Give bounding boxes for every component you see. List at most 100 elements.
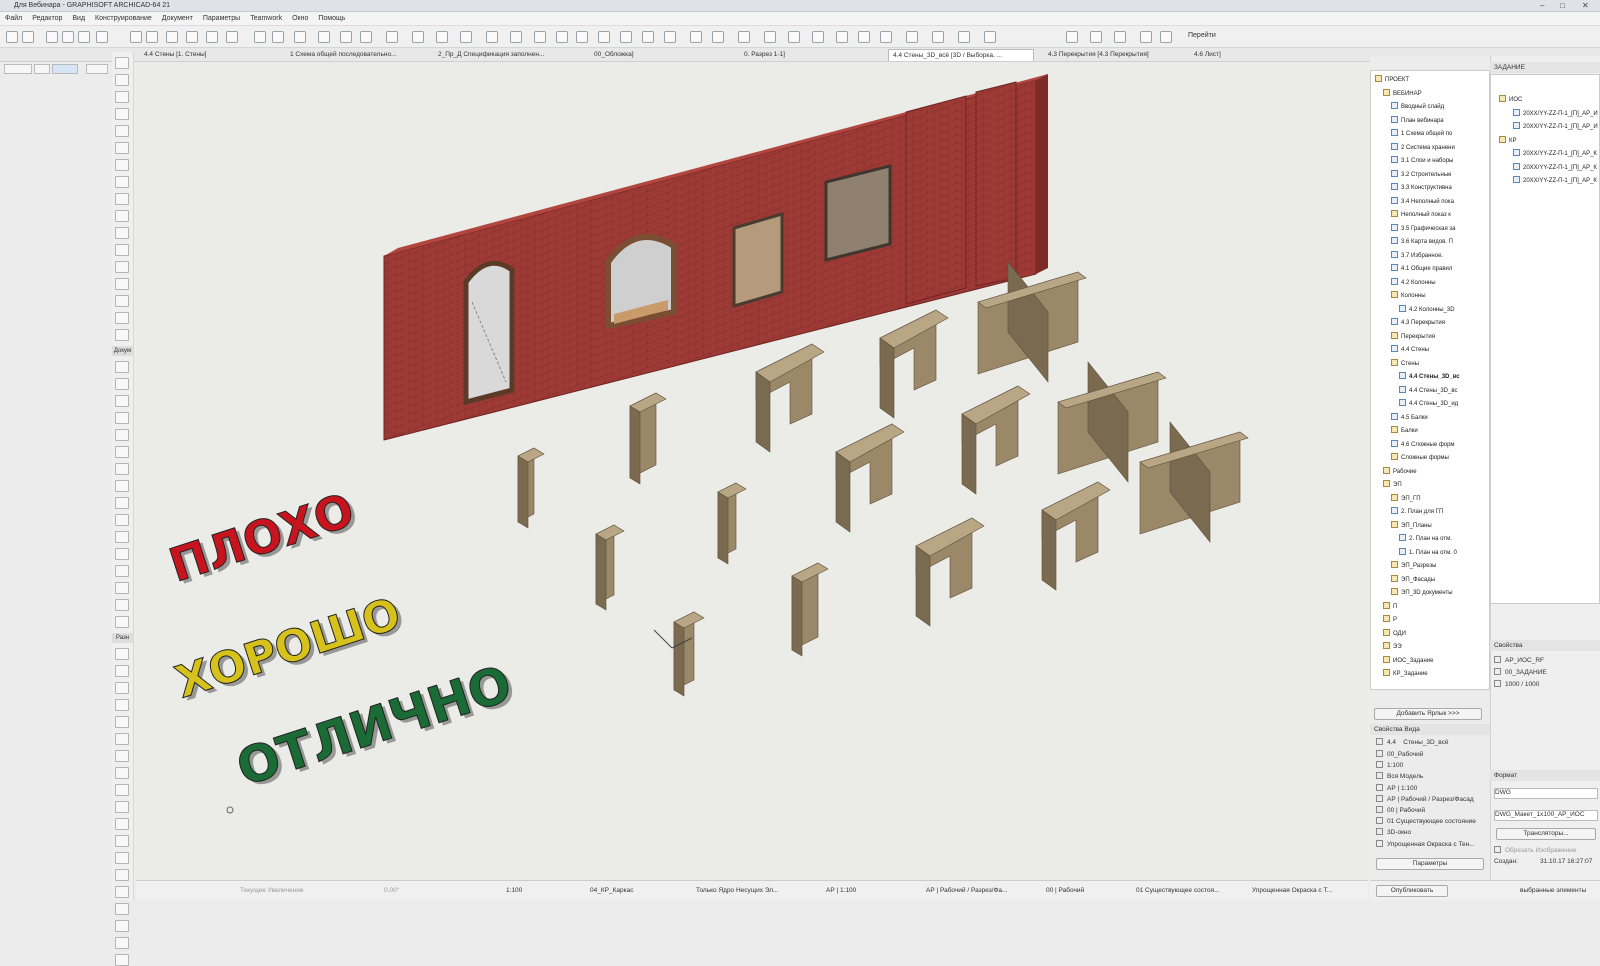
toolbar-tool-icon[interactable]	[272, 31, 284, 43]
navigator-item[interactable]: 1. План на отм. 0	[1399, 547, 1457, 561]
column-slab-side[interactable]	[791, 575, 803, 657]
view-property-row[interactable]: 00 | Рабочий	[1376, 806, 1488, 817]
toolbar-tool-icon[interactable]	[254, 31, 266, 43]
toolbox-tool-icon[interactable]	[115, 57, 129, 69]
column-slab-side[interactable]	[673, 621, 685, 697]
toolbox-tool-icon[interactable]	[115, 74, 129, 86]
toolbox-tool-icon[interactable]	[115, 682, 129, 694]
view-name[interactable]: Стены_3D_всё	[1403, 739, 1448, 746]
toolbar-tool-icon[interactable]	[534, 31, 546, 43]
toolbox-tool-icon[interactable]	[115, 937, 129, 949]
selected-elements-label[interactable]: выбранные элементы	[1520, 887, 1586, 894]
navigator-item[interactable]: Р	[1383, 615, 1397, 628]
navigator-item[interactable]: ЭП_Планы	[1391, 520, 1432, 534]
toolbar-tool-icon[interactable]	[788, 31, 800, 43]
toolbox-tool-icon[interactable]	[115, 801, 129, 813]
rectangular-window[interactable]	[732, 212, 784, 308]
toolbar-tool-icon[interactable]	[812, 31, 824, 43]
3d-style[interactable]: Упрощенная Окраска с Т...	[1252, 887, 1332, 894]
minimize-icon[interactable]: –	[1540, 1, 1544, 10]
toolbar-tool-icon[interactable]	[360, 31, 372, 43]
toolbox-section-document[interactable]: Докум	[112, 346, 133, 356]
toolbar-tool-icon[interactable]	[858, 31, 870, 43]
toolbox-tool-icon[interactable]	[115, 395, 129, 407]
toolbox-tool-icon[interactable]	[115, 548, 129, 560]
info-box-control[interactable]	[4, 64, 32, 74]
format-select[interactable]: DWG	[1494, 788, 1598, 799]
toolbar-tool-icon[interactable]	[880, 31, 892, 43]
toolbar-tool-icon[interactable]	[386, 31, 398, 43]
3d-scene[interactable]: ПЛОХОПЛОХОХОРОШОХОРОШООТЛИЧНООТЛИЧНО	[136, 62, 1368, 880]
view-properties-header[interactable]: Свойства Вида	[1370, 724, 1490, 735]
navigator-item[interactable]: 4.4 Стены	[1391, 345, 1429, 358]
navigator-item[interactable]: ОДИ	[1383, 628, 1406, 642]
toolbox-tool-icon[interactable]	[115, 818, 129, 830]
menu-file[interactable]: Файл	[0, 12, 27, 22]
goto-button[interactable]: Перейти	[1188, 32, 1216, 39]
menu-options[interactable]: Параметры	[198, 12, 245, 22]
navigator-item[interactable]: 4.3 Перекрытия	[1391, 318, 1445, 331]
toolbox-tool-icon[interactable]	[115, 227, 129, 239]
navigator-item[interactable]: Неполный показ к	[1391, 210, 1451, 223]
navigator-item[interactable]: П	[1383, 601, 1397, 615]
navigator-item[interactable]: 4.2 Колонны	[1391, 277, 1436, 291]
zoom-display[interactable]: Текущее Увеличение	[240, 887, 304, 894]
toolbar-tool-icon[interactable]	[906, 31, 918, 43]
toolbox-tool-icon[interactable]	[115, 176, 129, 188]
toolbox-tool-icon[interactable]	[115, 108, 129, 120]
publisher-property-row[interactable]: 1000 / 1000	[1494, 680, 1598, 691]
toolbar-tool-icon[interactable]	[958, 31, 970, 43]
toolbar-tool-icon[interactable]	[836, 31, 848, 43]
toolbar-tool-icon[interactable]	[738, 31, 750, 43]
tab-slabs[interactable]: 4.3 Перекрытия [4.3 Перекрытия]	[1044, 49, 1178, 61]
menu-teamwork[interactable]: Teamwork	[245, 12, 287, 22]
publisher-item[interactable]: 20XX/YY-ZZ-П-1_[П]_АР_К	[1513, 162, 1597, 176]
toolbox-tool-icon[interactable]	[115, 565, 129, 577]
view-property-row[interactable]: 01 Существующее состояние	[1376, 817, 1488, 828]
view-property-row[interactable]: 1:100	[1376, 761, 1488, 772]
toolbox-tool-icon[interactable]	[115, 193, 129, 205]
project-navigator[interactable]: ПРОЕКТ ВЕБИНАР Вводный слайд План вебинара 1…	[1370, 70, 1490, 690]
toolbar-tool-icon[interactable]	[22, 31, 34, 43]
tab-specification[interactable]: 2_Пр_Д Спецификация заполнен...	[434, 49, 574, 61]
scale-display[interactable]: 1:100	[506, 887, 522, 894]
publisher-item[interactable]: КР	[1499, 135, 1517, 149]
toolbox-tool-icon[interactable]	[115, 531, 129, 543]
toolbar-tool-icon[interactable]	[294, 31, 306, 43]
toolbox-tool-icon[interactable]	[115, 312, 129, 324]
navigator-item[interactable]: 2. План для ГП	[1391, 507, 1443, 520]
publisher-item[interactable]: 20XX/YY-ZZ-П-1_[П]_АР_К	[1513, 176, 1597, 189]
toolbar-tool-icon[interactable]	[78, 31, 90, 43]
toolbox-tool-icon[interactable]	[115, 429, 129, 441]
publish-button[interactable]: Опубликовать	[1376, 885, 1448, 897]
toolbox-tool-icon[interactable]	[115, 210, 129, 222]
toolbox-tool-icon[interactable]	[115, 903, 129, 915]
navigator-item[interactable]: 2. План на отм.	[1399, 534, 1452, 547]
toolbar-tool-icon[interactable]	[186, 31, 198, 43]
navigator-item[interactable]: ИОС_Задание	[1383, 655, 1433, 669]
view-params-button[interactable]: Параметры	[1376, 858, 1484, 870]
l-column-side[interactable]	[835, 451, 851, 533]
navigator-item[interactable]: 4.4 Стены_3D_ид	[1399, 399, 1458, 412]
cursor-marker[interactable]	[226, 806, 234, 814]
navigator-item[interactable]: 4.5 Балки	[1391, 412, 1428, 426]
toolbar-tool-icon[interactable]	[62, 31, 74, 43]
toolbox-tool-icon[interactable]	[115, 954, 129, 966]
cross-column-wing[interactable]	[1007, 261, 1049, 383]
toolbox-tool-icon[interactable]	[115, 159, 129, 171]
view-property-row[interactable]: 3D-окно	[1376, 828, 1488, 839]
navigator-item[interactable]: План вебинара	[1391, 115, 1444, 129]
toolbar-tool-icon[interactable]	[130, 31, 142, 43]
info-box-control[interactable]	[34, 64, 50, 74]
maximize-icon[interactable]: □	[1560, 1, 1565, 10]
publisher-item[interactable]: 20XX/YY-ZZ-П-1_[П]_АР_К	[1513, 149, 1597, 162]
navigator-item[interactable]: 4.1 Общие правил	[1391, 264, 1452, 277]
navigator-item[interactable]: ЭП_ГП	[1391, 493, 1421, 507]
3d-viewport[interactable]: ПЛОХО ПЛОХО ХОРОШО ХОРОШО ОТЛИЧНО ОТЛИЧНО	[136, 62, 1368, 880]
toolbar-tool-icon[interactable]	[712, 31, 724, 43]
layer-combo[interactable]: 04_КР_Каркас	[590, 887, 633, 894]
toolbar-tool-icon[interactable]	[46, 31, 58, 43]
navigator-item[interactable]: 4.6 Сложные форм	[1391, 439, 1455, 453]
toolbar-tool-icon[interactable]	[436, 31, 448, 43]
toolbar-tool-icon[interactable]	[1090, 31, 1102, 43]
